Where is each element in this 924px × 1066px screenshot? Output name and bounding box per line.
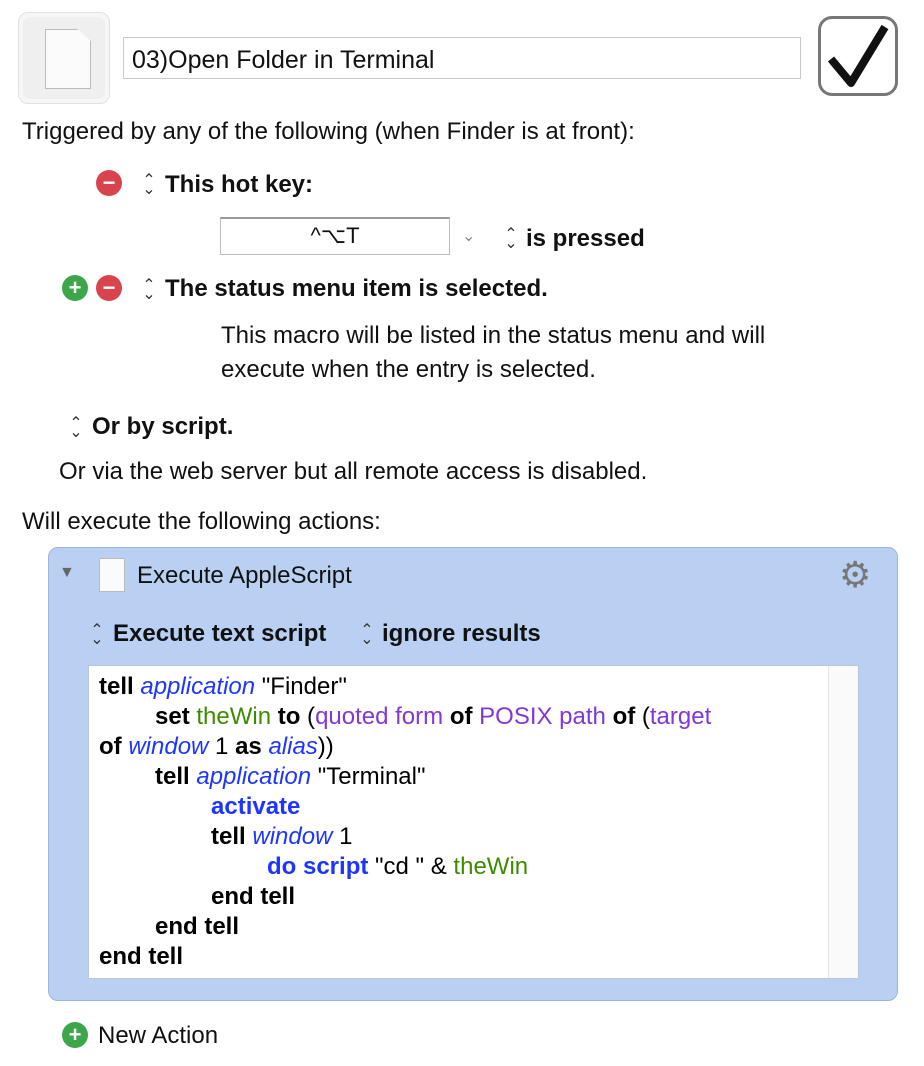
script-trigger-label[interactable]: Or by script. xyxy=(92,413,233,441)
hotkey-mode[interactable]: is pressed xyxy=(526,225,645,253)
triggers-heading: Triggered by any of the following (when … xyxy=(22,118,635,145)
code-token-plain: 1 xyxy=(332,823,353,850)
code-token-plain: "Finder" xyxy=(255,673,347,700)
hotkey-field[interactable]: ^⌥T xyxy=(220,217,450,255)
code-token-kw: tell xyxy=(211,823,246,850)
code-token-plain: 1 xyxy=(208,733,236,760)
new-action-button[interactable]: New Action xyxy=(98,1022,218,1050)
code-line: set theWin to (quoted form of POSIX path… xyxy=(99,702,848,732)
code-line: tell application "Finder" xyxy=(99,672,848,702)
code-line: tell window 1 xyxy=(99,822,848,852)
macro-name-field[interactable]: 03)Open Folder in Terminal xyxy=(123,37,801,79)
results-select[interactable]: ignore results xyxy=(382,620,541,648)
code-line: tell application "Terminal" xyxy=(99,762,848,792)
remove-trigger-icon[interactable]: − xyxy=(96,275,122,301)
code-token-kw: tell xyxy=(99,673,134,700)
code-token-prop: target xyxy=(649,703,712,730)
code-token-kw: end tell xyxy=(211,883,296,910)
code-token-cmd: activate xyxy=(211,793,301,820)
checkmark-icon xyxy=(827,24,889,87)
status-menu-description: execute when the entry is selected. xyxy=(221,356,596,383)
hotkey-mode-stepper-icon[interactable]: ⌃ ⌄ xyxy=(503,227,519,252)
code-token-kw: of xyxy=(612,703,636,730)
code-token-kw: of xyxy=(99,733,122,760)
code-token-cls: alias xyxy=(268,733,318,760)
code-token-kw: as xyxy=(235,733,262,760)
script-source-stepper-icon[interactable]: ⌃ ⌄ xyxy=(89,623,105,648)
code-token-cls: application xyxy=(140,673,256,700)
status-menu-description: This macro will be listed in the status … xyxy=(221,322,766,349)
results-stepper-icon[interactable]: ⌃ ⌄ xyxy=(359,623,375,648)
script-trigger-stepper-icon[interactable]: ⌃ ⌄ xyxy=(68,416,84,441)
scrollbar[interactable] xyxy=(828,666,858,978)
code-line: end tell xyxy=(99,882,848,912)
code-token-plain: ( xyxy=(635,703,650,730)
code-line: end tell xyxy=(99,912,848,942)
code-token-kw: of xyxy=(449,703,473,730)
code-token-kw: set xyxy=(155,703,190,730)
code-line: of window 1 as alias)) xyxy=(99,732,848,762)
trigger-type-stepper-icon[interactable]: ⌃ ⌄ xyxy=(141,173,157,198)
code-line: end tell xyxy=(99,942,848,972)
code-token-plain: )) xyxy=(317,733,334,760)
code-line: do script "cd " & theWin xyxy=(99,852,848,882)
code-token-var: theWin xyxy=(196,703,272,730)
action-title: Execute AppleScript xyxy=(137,562,352,589)
code-token-plain: "cd " & xyxy=(368,853,454,880)
code-token-kw: end tell xyxy=(99,943,184,970)
applescript-document-icon xyxy=(99,558,125,592)
script-editor[interactable]: tell application "Finder" set theWin to (… xyxy=(88,665,859,979)
status-menu-trigger-label[interactable]: The status menu item is selected. xyxy=(165,275,548,303)
chevron-down-icon[interactable]: ⌄ xyxy=(462,226,475,246)
gear-icon[interactable]: ⚙ xyxy=(839,554,871,596)
code-token-cmd: do script xyxy=(267,853,369,880)
code-token-plain: ( xyxy=(300,703,316,730)
disclosure-triangle-icon[interactable]: ▼ xyxy=(59,564,75,582)
macro-enabled-checkbox[interactable] xyxy=(818,16,898,96)
actions-heading: Will execute the following actions: xyxy=(22,508,381,535)
code-token-var: theWin xyxy=(453,853,529,880)
trigger-type-stepper-icon[interactable]: ⌃ ⌄ xyxy=(141,278,157,303)
code-token-plain: "Terminal" xyxy=(311,763,426,790)
hotkey-trigger-label[interactable]: This hot key: xyxy=(165,171,313,199)
add-trigger-icon[interactable]: + xyxy=(62,275,88,301)
applescript-document-icon xyxy=(45,29,91,89)
code-token-kw: end tell xyxy=(155,913,240,940)
code-token-cls: application xyxy=(196,763,312,790)
code-token-kw: to xyxy=(277,703,301,730)
code-token-prop: POSIX path xyxy=(479,703,606,730)
script-source-select[interactable]: Execute text script xyxy=(113,620,326,648)
code-line: activate xyxy=(99,792,848,822)
remove-trigger-icon[interactable]: − xyxy=(96,170,122,196)
add-action-icon[interactable]: + xyxy=(62,1022,88,1048)
code-token-cls: window xyxy=(128,733,209,760)
macro-icon-well[interactable] xyxy=(18,12,110,104)
web-server-note: Or via the web server but all remote acc… xyxy=(59,458,648,485)
code-token-cls: window xyxy=(252,823,333,850)
code-token-kw: tell xyxy=(155,763,190,790)
code-token-prop: quoted form xyxy=(315,703,444,730)
